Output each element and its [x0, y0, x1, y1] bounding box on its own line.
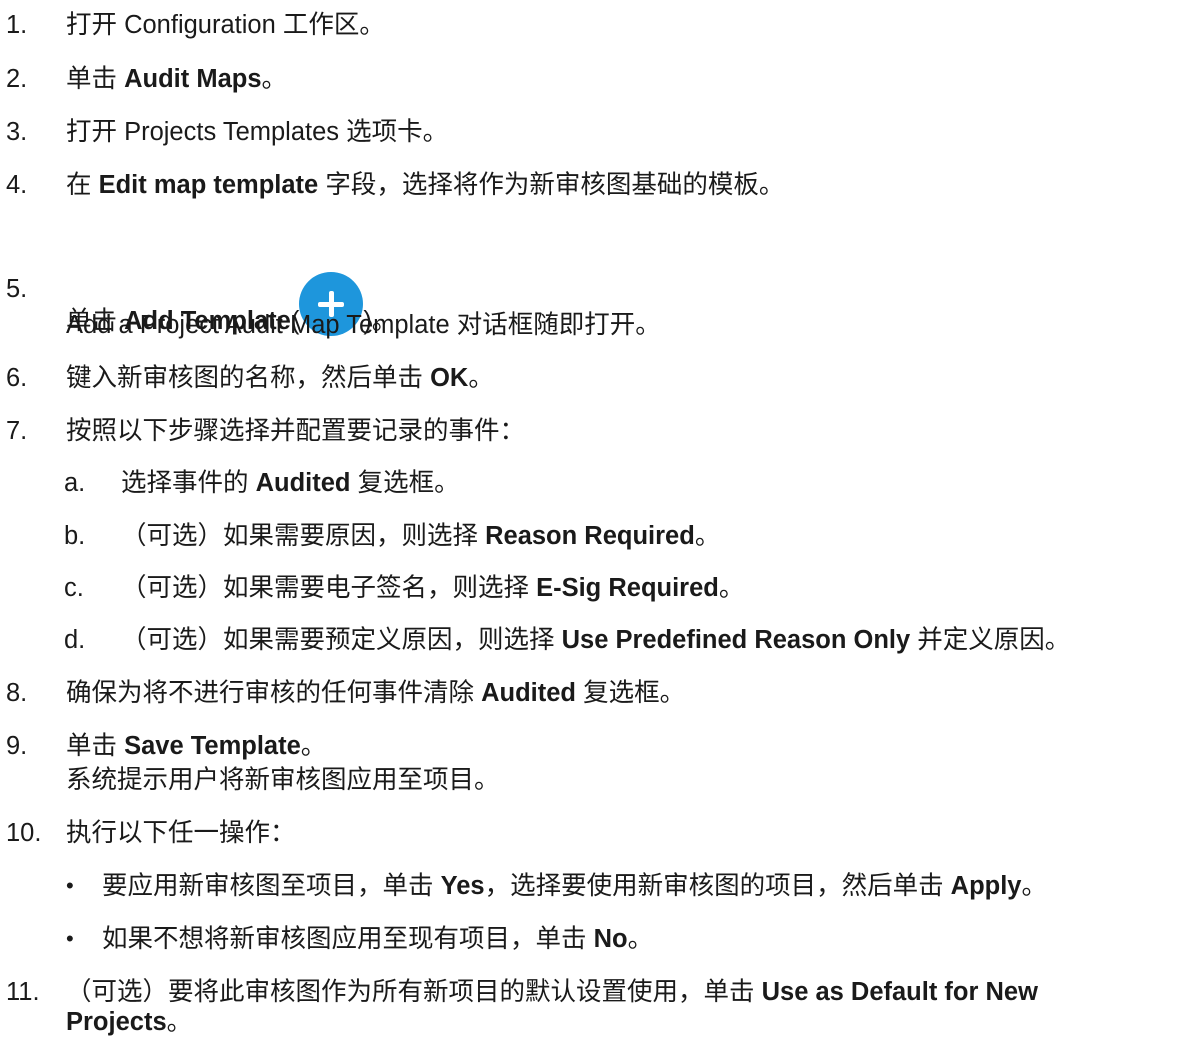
step-text: 单击 Add Template()。 Add a Project Audit M…: [66, 272, 661, 339]
ui-term: Audit Maps: [124, 65, 262, 93]
ui-term: Yes: [440, 872, 485, 900]
step-number: 1.: [6, 11, 28, 39]
step-result: 系统提示用户将新审核图应用至项目。: [66, 766, 500, 794]
step-number: 10.: [6, 819, 42, 847]
substep-letter: a.: [64, 469, 86, 497]
ui-term: OK: [430, 364, 469, 392]
ui-term: Projects: [66, 1008, 167, 1036]
step-text: （可选）要将此审核图作为所有新项目的默认设置使用，单击 Use as Defau…: [66, 975, 1038, 1036]
step-number: 3.: [6, 118, 28, 146]
bullet-mark: •: [66, 873, 74, 898]
step-number: 5.: [6, 275, 28, 303]
step-text: 执行以下任一操作：: [66, 819, 296, 847]
ui-term: No: [593, 925, 628, 953]
step-text: 按照以下步骤选择并配置要记录的事件：: [66, 417, 526, 445]
step-number: 7.: [6, 417, 28, 445]
step-text: 单击 Save Template。 系统提示用户将新审核图应用至项目。: [66, 729, 500, 794]
step-text: 键入新审核图的名称，然后单击 OK。: [66, 364, 494, 392]
ui-term: Use Predefined Reason Only: [561, 626, 911, 654]
ui-term: Reason Required: [485, 522, 695, 550]
step-number: 4.: [6, 171, 28, 199]
step-5: 5. 单击 Add Template()。 Add a Project Audi…: [6, 272, 1196, 344]
step-11: 11. （可选）要将此审核图作为所有新项目的默认设置使用，单击 Use as D…: [6, 975, 1196, 1043]
ui-term: Audited: [481, 679, 576, 707]
substep-text: （可选）如果需要原因，则选择 Reason Required。: [121, 522, 721, 550]
step-text: 打开 Configuration 工作区。: [66, 11, 385, 39]
substep-text: （可选）如果需要预定义原因，则选择 Use Predefined Reason …: [121, 626, 1071, 654]
step-number: 11.: [6, 978, 40, 1006]
step-text: 打开 Projects Templates 选项卡。: [66, 118, 449, 146]
substep-letter: c.: [64, 574, 84, 602]
step-number: 8.: [6, 679, 28, 707]
step-number: 2.: [6, 65, 28, 93]
ui-term: Edit map template: [98, 171, 319, 199]
ui-term: E-Sig Required: [536, 574, 719, 602]
ui-term: Use as Default for New: [761, 978, 1038, 1006]
step-text: 单击 Audit Maps。: [66, 65, 288, 93]
substep-letter: d.: [64, 626, 86, 654]
step-text: 确保为将不进行审核的任何事件清除 Audited 复选框。: [66, 679, 686, 707]
step-9: 9. 单击 Save Template。 系统提示用户将新审核图应用至项目。: [6, 729, 1196, 799]
step-text: 在 Edit map template 字段，选择将作为新审核图基础的模板。: [66, 171, 785, 199]
substep-text: （可选）如果需要电子签名，则选择 E-Sig Required。: [121, 574, 745, 602]
substep-letter: b.: [64, 522, 86, 550]
step-number: 6.: [6, 364, 28, 392]
bullet-mark: •: [66, 926, 74, 951]
ui-term: Apply: [950, 872, 1022, 900]
step-number: 9.: [6, 732, 28, 760]
substep-text: 选择事件的 Audited 复选框。: [121, 469, 460, 497]
ui-term: Save Template: [124, 732, 301, 760]
ui-term: Audited: [255, 469, 351, 497]
step-text-continued: Projects。: [66, 1008, 193, 1036]
option-text: 如果不想将新审核图应用至现有项目，单击 No。: [102, 925, 654, 953]
option-text: 要应用新审核图至项目，单击 Yes，选择要使用新审核图的项目，然后单击 Appl…: [102, 872, 1048, 900]
step-result: Add a Project Audit Map Template 对话框随即打开…: [66, 311, 661, 339]
